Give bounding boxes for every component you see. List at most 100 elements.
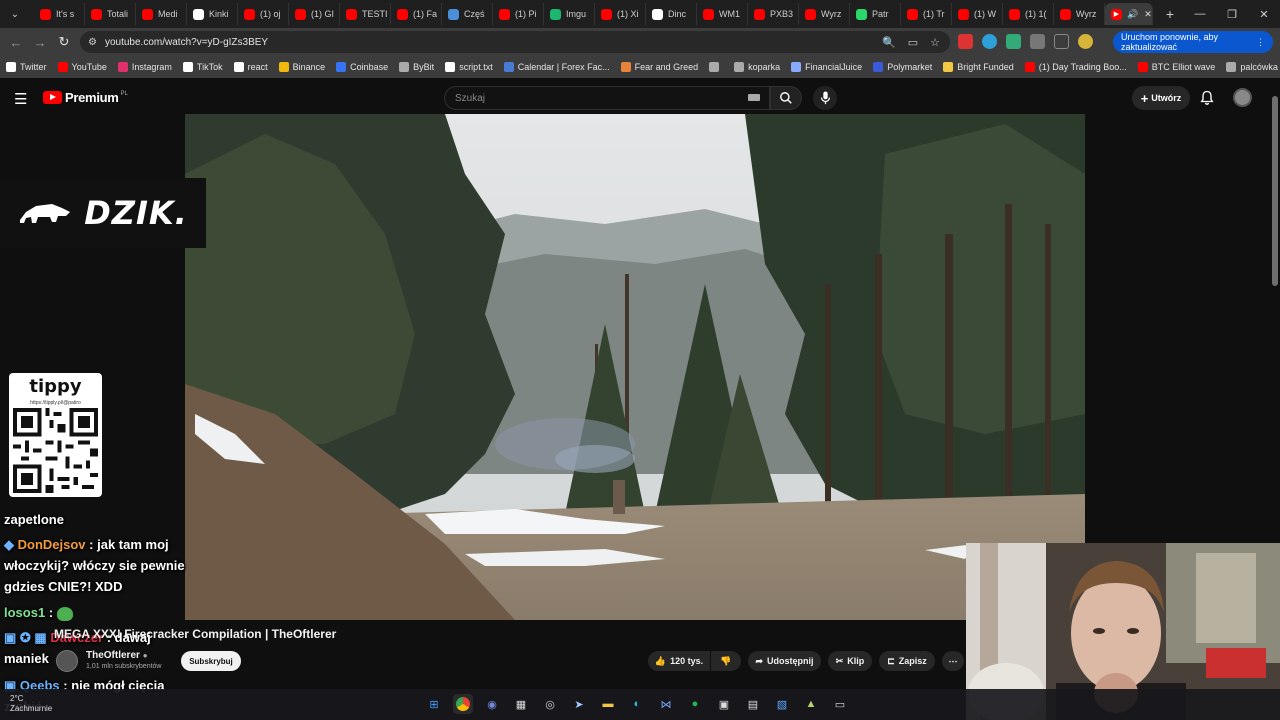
account-avatar[interactable] — [1233, 88, 1252, 107]
zoom-icon[interactable]: 🔍 — [882, 36, 896, 49]
update-browser-button[interactable]: Uruchom ponownie, aby zaktualizować ⋮ — [1113, 31, 1273, 53]
bookmark-item[interactable]: TikTok — [182, 62, 223, 72]
vscode-icon[interactable]: ⋈ — [656, 694, 676, 714]
new-tab-button[interactable]: + — [1159, 6, 1181, 22]
bookmark-item[interactable]: Binance — [278, 62, 325, 72]
channel-name[interactable]: TheOftlerer ● — [86, 650, 148, 661]
bookmark-item[interactable]: Twitter — [6, 62, 47, 72]
browser-tab[interactable]: (1) oj — [238, 3, 289, 25]
discord-icon[interactable]: ◉ — [482, 694, 502, 714]
like-button[interactable]: 👍 120 tys. — [648, 651, 710, 671]
browser-tab[interactable]: It's s — [34, 3, 85, 25]
dislike-button[interactable]: 👎 — [711, 651, 741, 671]
bookmark-item[interactable]: ByBit — [399, 62, 434, 72]
channel-avatar[interactable] — [56, 650, 78, 672]
bookmark-item[interactable]: Coinbase — [336, 62, 388, 72]
voice-search-button[interactable] — [813, 86, 837, 110]
bookmark-item[interactable]: BTC Elliot wave — [1137, 62, 1215, 72]
extension-icon[interactable] — [958, 34, 973, 49]
create-button[interactable]: + Utwórz — [1132, 86, 1190, 110]
browser-tab[interactable]: (1) GI — [289, 3, 340, 25]
search-button[interactable] — [770, 86, 802, 110]
reload-button[interactable]: ↻ — [52, 34, 76, 50]
browser-tab[interactable]: TESTI — [340, 3, 391, 25]
bookmark-item[interactable]: palcówka — [1226, 62, 1278, 72]
bookmark-item[interactable]: Fear and Greed — [620, 62, 698, 72]
bookmark-item[interactable]: Instagram — [117, 62, 172, 72]
menu-icon[interactable]: ☰ — [14, 90, 27, 108]
obs-icon[interactable]: ◎ — [540, 694, 560, 714]
tab-search-button[interactable]: ⌄ — [4, 3, 26, 25]
video-player[interactable] — [185, 114, 1085, 620]
browser-tab[interactable]: WM1 — [697, 3, 748, 25]
app-icon[interactable]: ▣ — [714, 694, 734, 714]
browser-tab[interactable]: Kinki — [187, 3, 238, 25]
browser-tab[interactable]: Totali — [85, 3, 136, 25]
search-input[interactable]: Szukaj — [444, 86, 770, 110]
window-close-button[interactable]: ✕ — [1248, 8, 1280, 21]
edge-icon[interactable]: ◐ — [627, 694, 647, 714]
page-scrollbar[interactable] — [1272, 96, 1278, 286]
browser-tab[interactable]: (1) W — [952, 3, 1003, 25]
steam-icon[interactable]: ➤ — [569, 694, 589, 714]
bookmark-item[interactable]: (1) Day Trading Boo... — [1024, 62, 1127, 72]
subscribe-button[interactable]: Subskrybuj — [181, 651, 241, 671]
browser-tab[interactable]: Wyrz — [799, 3, 850, 25]
file-explorer-icon[interactable]: ▬ — [598, 694, 618, 714]
browser-tab[interactable]: (1) Xi — [595, 3, 646, 25]
weather-widget[interactable]: 2°C Zachmurnie — [10, 694, 52, 714]
tab-close-icon[interactable]: ✕ — [1144, 9, 1152, 20]
reading-list-icon[interactable] — [1054, 34, 1069, 49]
more-actions-button[interactable]: ⋯ — [942, 651, 964, 671]
app-icon[interactable]: ▦ — [511, 694, 531, 714]
browser-tab[interactable]: PXB3 — [748, 3, 799, 25]
photos-icon[interactable]: ▧ — [772, 694, 792, 714]
chrome-icon[interactable] — [453, 694, 473, 714]
restore-button[interactable]: ❐ — [1216, 8, 1248, 21]
browser-tab[interactable]: Wyrz — [1054, 3, 1105, 25]
forward-button[interactable]: → — [28, 35, 52, 50]
browser-tab[interactable]: (1) Fa — [391, 3, 442, 25]
cast-icon[interactable]: ▭ — [908, 36, 918, 49]
minimize-button[interactable]: — — [1184, 8, 1216, 21]
browser-tab[interactable]: Dinc — [646, 3, 697, 25]
bookmark-item[interactable] — [709, 62, 723, 72]
clip-button[interactable]: ✂ Klip — [828, 651, 872, 671]
bookmark-item[interactable]: YouTube — [57, 62, 107, 72]
extensions-puzzle-icon[interactable] — [1030, 34, 1045, 49]
windows-start-icon[interactable]: ⊞ — [424, 694, 444, 714]
spotify-icon[interactable]: ● — [685, 694, 705, 714]
terminal-icon[interactable]: ▭ — [830, 694, 850, 714]
bookmark-item[interactable]: react — [233, 62, 268, 72]
browser-tab[interactable]: (1) 1( — [1003, 3, 1054, 25]
browser-tab[interactable]: Patr — [850, 3, 901, 25]
bookmark-item[interactable]: Polymarket — [873, 62, 932, 72]
notepad-icon[interactable]: ▤ — [743, 694, 763, 714]
browser-tab[interactable]: (1) Pi — [493, 3, 544, 25]
browser-tab[interactable]: Imgu — [544, 3, 595, 25]
tab-favicon-icon — [448, 8, 459, 20]
keyboard-icon[interactable] — [748, 94, 760, 101]
bookmark-item[interactable]: Calendar | Forex Fac... — [503, 62, 610, 72]
bookmark-star-icon[interactable]: ☆ — [930, 36, 940, 49]
browser-tab[interactable]: (1) Tr — [901, 3, 952, 25]
profile-icon[interactable] — [1078, 34, 1093, 49]
youtube-logo[interactable]: Premium PL — [43, 90, 128, 105]
app-icon[interactable]: ▲ — [801, 694, 821, 714]
save-button[interactable]: ⊏ Zapisz — [879, 651, 935, 671]
bookmark-item[interactable]: koparka — [734, 62, 780, 72]
back-button[interactable]: ← — [4, 35, 28, 50]
extension-icon[interactable] — [982, 34, 997, 49]
site-info-icon[interactable]: ⚙ — [88, 37, 97, 48]
bookmark-item[interactable]: script.txt — [445, 62, 493, 72]
active-tab[interactable]: ▶ 🔊 ✕ — [1105, 3, 1153, 25]
bookmark-item[interactable]: Bright Funded — [943, 62, 1014, 72]
extension-icon[interactable] — [1006, 34, 1021, 49]
browser-tab[interactable]: Częś — [442, 3, 493, 25]
bookmark-item[interactable]: FinancialJuice — [791, 62, 862, 72]
more-menu-icon[interactable]: ⋮ — [1256, 37, 1273, 48]
share-button[interactable]: ➦ Udostępnij — [748, 651, 821, 671]
notifications-bell-icon[interactable] — [1199, 89, 1215, 106]
address-bar[interactable]: ⚙ youtube.com/watch?v=yD-gIZs3BEY 🔍 ▭ ☆ — [80, 31, 950, 53]
browser-tab[interactable]: Medi — [136, 3, 187, 25]
